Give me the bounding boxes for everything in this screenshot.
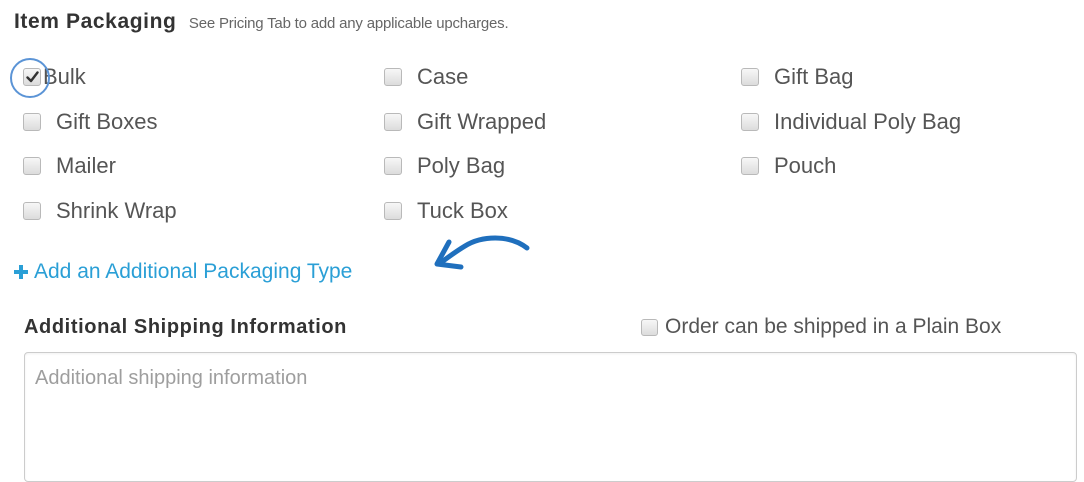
checkbox[interactable]	[384, 157, 402, 175]
packaging-option-mailer[interactable]: Mailer	[23, 151, 116, 181]
shipping-info-textarea[interactable]	[24, 352, 1077, 482]
plus-icon	[14, 265, 28, 279]
option-label: Pouch	[774, 153, 837, 178]
packaging-option-case[interactable]: Case	[384, 62, 468, 92]
packaging-option-tuck-box[interactable]: Tuck Box	[384, 196, 508, 226]
pricing-tab-hint: See Pricing Tab to add any applicable up…	[188, 15, 509, 32]
packaging-option-gift-wrapped[interactable]: Gift Wrapped	[384, 107, 546, 137]
checkbox[interactable]	[384, 202, 402, 220]
plain-box-option[interactable]: Order can be shipped in a Plain Box	[641, 312, 1001, 342]
option-label: Case	[417, 64, 469, 89]
packaging-option-gift-boxes[interactable]: Gift Boxes	[23, 107, 157, 137]
annotation-arrow-icon	[434, 235, 530, 270]
checkbox[interactable]	[384, 113, 402, 131]
packaging-option-bulk[interactable]: Bulk	[23, 62, 86, 92]
option-label: Gift Bag	[774, 64, 854, 89]
item-packaging-header: Item Packaging See Pricing Tab to add an…	[14, 10, 509, 34]
add-packaging-type-label: Add an Additional Packaging Type	[34, 260, 353, 283]
packaging-option-individual-poly-bag[interactable]: Individual Poly Bag	[741, 107, 961, 137]
packaging-option-pouch[interactable]: Pouch	[741, 151, 836, 181]
option-label: Shrink Wrap	[56, 198, 177, 223]
option-label: Gift Boxes	[56, 109, 158, 134]
option-label: Tuck Box	[417, 198, 508, 223]
checkbox[interactable]	[741, 157, 759, 175]
add-packaging-type-link[interactable]: Add an Additional Packaging Type	[14, 257, 352, 287]
checkbox[interactable]	[741, 113, 759, 131]
additional-shipping-heading: Additional Shipping Information	[24, 315, 348, 338]
option-label: Bulk	[43, 64, 86, 89]
checkbox[interactable]	[23, 202, 41, 220]
checkbox[interactable]	[741, 68, 759, 86]
plain-box-label: Order can be shipped in a Plain Box	[665, 315, 1002, 338]
checkbox[interactable]	[23, 113, 41, 131]
packaging-option-gift-bag[interactable]: Gift Bag	[741, 62, 853, 92]
checkmark-icon	[25, 71, 39, 83]
option-label: Mailer	[56, 153, 116, 178]
packaging-option-poly-bag[interactable]: Poly Bag	[384, 151, 505, 181]
checkbox[interactable]	[23, 157, 41, 175]
option-label: Individual Poly Bag	[774, 109, 962, 134]
packaging-option-shrink-wrap[interactable]: Shrink Wrap	[23, 196, 177, 226]
option-label: Gift Wrapped	[417, 109, 547, 134]
checkbox[interactable]	[23, 68, 41, 86]
item-packaging-heading: Item Packaging	[14, 10, 177, 33]
checkbox[interactable]	[641, 318, 658, 336]
checkbox[interactable]	[384, 68, 402, 86]
option-label: Poly Bag	[417, 153, 506, 178]
